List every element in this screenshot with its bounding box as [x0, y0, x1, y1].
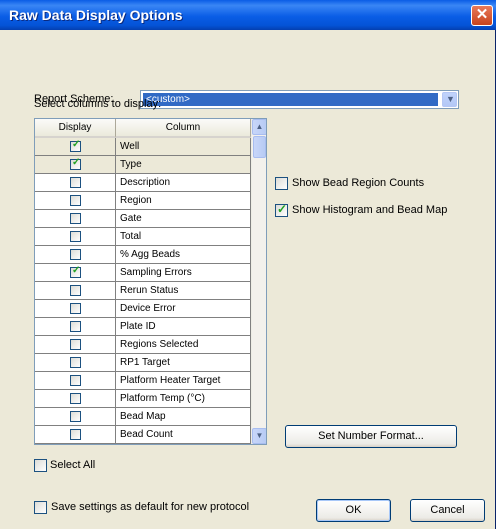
table-row[interactable]: Platform Temp (°C): [35, 390, 251, 408]
column-name-cell: Description: [116, 174, 251, 192]
column-name-cell: Bead Count: [116, 426, 251, 444]
column-column-header[interactable]: Column: [116, 119, 251, 138]
display-cell: [35, 372, 116, 390]
table-row[interactable]: Bead Count: [35, 426, 251, 444]
show-bead-region-counts-checkbox[interactable]: [275, 177, 288, 190]
table-row[interactable]: Total: [35, 228, 251, 246]
display-checkbox[interactable]: [70, 265, 81, 278]
report-scheme-value: <custom>: [143, 93, 438, 106]
display-checkbox[interactable]: [70, 411, 81, 422]
column-name-cell: Platform Heater Target: [116, 372, 251, 390]
display-cell: [35, 156, 116, 174]
display-cell: [35, 138, 116, 156]
columns-section-label: Select columns to display:: [34, 98, 162, 110]
scroll-thumb[interactable]: [253, 136, 266, 158]
table-row[interactable]: Description: [35, 174, 251, 192]
column-name-cell: Sampling Errors: [116, 264, 251, 282]
set-number-format-button[interactable]: Set Number Format...: [285, 425, 457, 448]
display-checkbox[interactable]: [70, 339, 81, 350]
table-row[interactable]: % Agg Beads: [35, 246, 251, 264]
column-name-cell: Bead Map: [116, 408, 251, 426]
display-column-header[interactable]: Display: [35, 119, 116, 138]
display-checkbox[interactable]: [70, 213, 81, 224]
table-row[interactable]: RP1 Target: [35, 354, 251, 372]
column-name-cell: Regions Selected: [116, 336, 251, 354]
show-histogram-checkbox[interactable]: [275, 202, 288, 217]
ok-button[interactable]: OK: [316, 499, 391, 522]
display-cell: [35, 264, 116, 282]
display-cell: [35, 318, 116, 336]
column-name-cell: Platform Temp (°C): [116, 390, 251, 408]
select-all-label: Select All: [50, 459, 96, 471]
column-name-cell: Rerun Status: [116, 282, 251, 300]
table-row[interactable]: Sampling Errors: [35, 264, 251, 282]
table-row[interactable]: Device Error: [35, 300, 251, 318]
table-row[interactable]: Rerun Status: [35, 282, 251, 300]
close-button[interactable]: ✕: [471, 5, 493, 26]
display-checkbox[interactable]: [70, 249, 81, 260]
column-name-cell: Total: [116, 228, 251, 246]
select-all-checkbox[interactable]: [34, 459, 47, 472]
display-checkbox[interactable]: [70, 429, 81, 440]
title-bar[interactable]: Raw Data Display Options ✕: [0, 0, 496, 30]
column-name-cell: Region: [116, 192, 251, 210]
display-checkbox[interactable]: [70, 157, 81, 170]
display-cell: [35, 174, 116, 192]
table-row[interactable]: Type: [35, 156, 251, 174]
display-cell: [35, 246, 116, 264]
report-scheme-select[interactable]: <custom> ▼: [140, 90, 459, 109]
display-checkbox[interactable]: [70, 139, 81, 152]
table-row[interactable]: Plate ID: [35, 318, 251, 336]
scroll-up-button[interactable]: ▲: [252, 119, 266, 135]
display-checkbox[interactable]: [70, 177, 81, 188]
display-checkbox[interactable]: [70, 357, 81, 368]
table-row[interactable]: Region: [35, 192, 251, 210]
display-cell: [35, 426, 116, 444]
raw-data-display-options-dialog: Raw Data Display Options ✕ Report Scheme…: [0, 0, 496, 529]
column-name-cell: Plate ID: [116, 318, 251, 336]
column-name-cell: Device Error: [116, 300, 251, 318]
display-checkbox[interactable]: [70, 303, 81, 314]
columns-grid: Display Column WellTypeDescriptionRegion…: [34, 118, 267, 445]
table-row[interactable]: Regions Selected: [35, 336, 251, 354]
grid-scrollbar[interactable]: ▲ ▼: [251, 119, 266, 444]
display-checkbox[interactable]: [70, 285, 81, 296]
display-checkbox[interactable]: [70, 231, 81, 242]
show-histogram-label: Show Histogram and Bead Map: [292, 204, 448, 216]
table-row[interactable]: Well: [35, 138, 251, 156]
display-cell: [35, 354, 116, 372]
column-name-cell: RP1 Target: [116, 354, 251, 372]
save-default-label: Save settings as default for new protoco…: [51, 501, 250, 513]
column-name-cell: Type: [116, 156, 251, 174]
display-cell: [35, 336, 116, 354]
chevron-down-icon: ▼: [446, 94, 455, 104]
save-default-checkbox[interactable]: [34, 501, 47, 514]
show-bead-region-counts-label: Show Bead Region Counts: [292, 177, 425, 189]
table-row[interactable]: Gate: [35, 210, 251, 228]
display-checkbox[interactable]: [70, 393, 81, 404]
column-name-cell: Well: [116, 138, 251, 156]
display-checkbox[interactable]: [70, 375, 81, 386]
display-cell: [35, 300, 116, 318]
cancel-button[interactable]: Cancel: [410, 499, 485, 522]
display-cell: [35, 390, 116, 408]
display-cell: [35, 282, 116, 300]
window-title: Raw Data Display Options: [9, 7, 183, 23]
column-name-cell: Gate: [116, 210, 251, 228]
display-cell: [35, 408, 116, 426]
display-checkbox[interactable]: [70, 321, 81, 332]
scroll-down-button[interactable]: ▼: [252, 428, 266, 444]
display-cell: [35, 228, 116, 246]
display-cell: [35, 192, 116, 210]
column-name-cell: % Agg Beads: [116, 246, 251, 264]
table-row[interactable]: Bead Map: [35, 408, 251, 426]
display-cell: [35, 210, 116, 228]
display-checkbox[interactable]: [70, 195, 81, 206]
dropdown-button[interactable]: ▼: [442, 92, 457, 107]
table-row[interactable]: Platform Heater Target: [35, 372, 251, 390]
